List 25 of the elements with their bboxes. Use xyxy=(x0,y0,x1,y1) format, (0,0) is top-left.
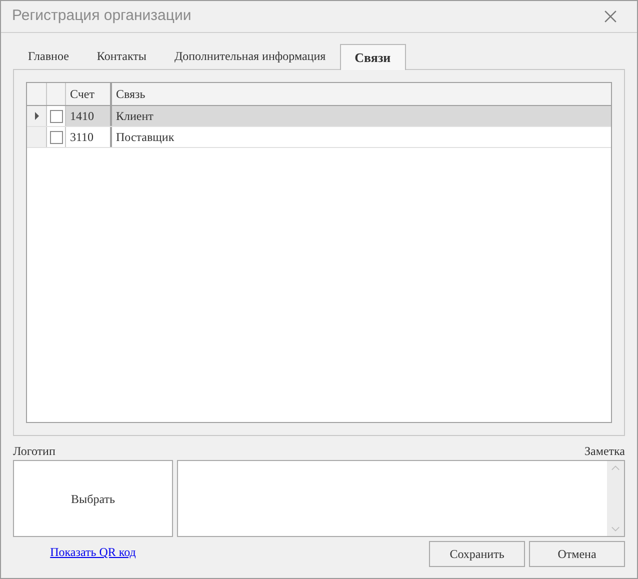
table-cell-text: Клиент xyxy=(115,108,154,125)
scrollbar[interactable] xyxy=(607,461,624,536)
dialog-button[interactable]: Сохранить xyxy=(429,541,525,567)
column-header[interactable]: Связь xyxy=(112,83,611,105)
checkbox[interactable] xyxy=(50,130,62,144)
tab[interactable]: Дополнительная информация xyxy=(160,43,340,69)
note-label: Заметка xyxy=(584,443,625,460)
close-icon xyxy=(604,10,617,23)
show-qr-link[interactable]: Показать QR код xyxy=(50,543,136,559)
scroll-down-icon xyxy=(611,526,620,532)
window-title: Регистрация организации xyxy=(12,6,192,26)
tab[interactable]: Связи xyxy=(340,44,406,70)
checkbox[interactable] xyxy=(50,110,62,122)
table-cell-text: Поставщик xyxy=(115,129,176,146)
note-field[interactable] xyxy=(177,460,625,537)
table-cell: 3110 xyxy=(66,127,112,147)
logo-label: Логотип xyxy=(13,443,56,460)
scroll-up-icon xyxy=(611,465,620,471)
tab[interactable]: Главное xyxy=(14,43,83,69)
row-indicator-icon xyxy=(34,112,38,120)
tab[interactable]: Контакты xyxy=(82,43,160,69)
table-row[interactable]: 1410 Клиент xyxy=(27,106,611,127)
dialog-button[interactable]: Отмена xyxy=(529,541,625,567)
choose-logo-button[interactable]: Выбрать xyxy=(13,460,173,537)
table-row[interactable]: 3110 Поставщик xyxy=(27,127,611,148)
